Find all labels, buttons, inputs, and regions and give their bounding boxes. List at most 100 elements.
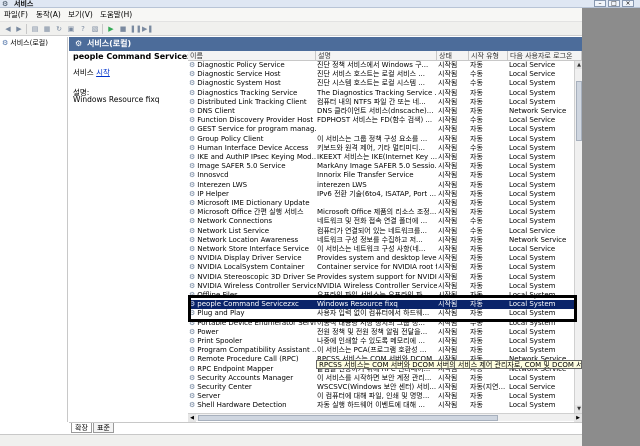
menu-bar: 파일(F) 동작(A) 보기(V) 도움말(H) xyxy=(0,8,640,22)
table-row[interactable]: ⚙ Network Connections 네트워크 및 전화 접속 연결 폴더에 … xyxy=(188,217,582,226)
start-service-link[interactable]: 시작 xyxy=(96,68,110,77)
table-row[interactable]: ⚙ Microsoft IME Dictionary Update 시작됨 자동 Loc… xyxy=(188,199,582,208)
table-row[interactable]: ⚙ Diagnostic Service Host 진단 서비스 호스트는 로컬 서… xyxy=(188,70,582,79)
service-logon-cell: Local System xyxy=(508,162,582,171)
menu-view[interactable]: 보기(V) xyxy=(68,10,93,20)
table-row[interactable]: ⚙ Network List Service 컴퓨터가 연결되어 있는 네트워크를.… xyxy=(188,227,582,236)
service-startup-type-cell: 수동 xyxy=(469,227,508,236)
table-row[interactable]: ⚙ Security Accounts Manager 이 서비스를 시작하면 보안… xyxy=(188,374,582,383)
table-row[interactable]: ⚙ Network Location Awareness 네트워크 구성 정보를 수… xyxy=(188,236,582,245)
console-tree-icon[interactable]: ▤ xyxy=(30,24,40,34)
selected-service-name: people Command Servicezxc xyxy=(73,52,202,61)
table-row[interactable]: ⚙ Function Discovery Provider Host FDPHOST… xyxy=(188,116,582,125)
horizontal-scroll-thumb[interactable] xyxy=(198,415,498,421)
table-row[interactable]: ⚙ NVIDIA Stereoscopic 3D Driver Se... Prov… xyxy=(188,273,582,282)
table-row[interactable]: ⚙ Power 전원 정책 및 전원 정책 알림 전달을... 시작됨 자동 Local … xyxy=(188,328,582,337)
service-logon-cell-text: Local System xyxy=(509,392,556,401)
services-app-icon: ⚙ xyxy=(2,0,9,8)
column-header-startup-type[interactable]: 시작 유형 xyxy=(469,51,508,61)
close-button[interactable]: × xyxy=(622,0,634,7)
service-logon-cell: Local System xyxy=(508,199,582,208)
service-status-cell: 시작됨 xyxy=(437,171,469,180)
column-header-description[interactable]: 설명 xyxy=(316,51,437,61)
service-status-cell: 시작됨 xyxy=(437,273,469,282)
service-name-cell: ⚙ Microsoft IME Dictionary Update xyxy=(188,199,316,208)
service-logon-cell-text: Local System xyxy=(509,88,556,97)
table-row[interactable]: ⚙ Human Interface Device Access 키보드와 원격 제어… xyxy=(188,144,582,153)
table-row[interactable]: ⚙ Image SAFER 5.0 Service MarkAny Image SA… xyxy=(188,162,582,171)
service-logon-cell-text: Local System xyxy=(509,153,556,161)
export-list-icon[interactable]: ▣ xyxy=(66,24,76,34)
column-header-logon-as[interactable]: 다음 사용자로 로그온 xyxy=(508,51,582,61)
scroll-left-arrow-icon[interactable]: ◀ xyxy=(188,414,196,422)
start-service-icon[interactable]: ▶ xyxy=(106,24,116,34)
service-startup-type-cell: 자동 xyxy=(469,401,508,410)
menu-file[interactable]: 파일(F) xyxy=(4,10,28,20)
service-description-cell-text: WSCSVC(Windows 보안 센터) 서비... xyxy=(317,383,437,391)
pause-service-icon[interactable]: ❚❚ xyxy=(130,24,142,34)
table-row[interactable]: ⚙ Shell Hardware Detection 자동 실행 하드웨어 이벤트에… xyxy=(188,401,582,410)
tree-node-services-local[interactable]: ⚙ 서비스(로컬) xyxy=(2,39,48,48)
minimize-button[interactable]: – xyxy=(594,0,606,7)
refresh-icon[interactable]: ↻ xyxy=(54,24,64,34)
service-startup-type-cell-text: 자동 xyxy=(470,346,483,355)
service-logon-cell: Local System xyxy=(508,190,582,199)
table-row[interactable]: ⚙ Network Store Interface Service 이 서비스는 네… xyxy=(188,245,582,254)
scroll-right-arrow-icon[interactable]: ▶ xyxy=(574,414,582,422)
service-startup-type-cell-text: 자동 xyxy=(470,134,483,143)
table-row[interactable]: ⚙ IP Helper IPv6 전환 기술(6to4, ISATAP, Port … xyxy=(188,190,582,199)
table-row[interactable]: ⚙ GEST Service for program manag... 시작됨 자동 L… xyxy=(188,125,582,134)
service-startup-type-cell: 자동 xyxy=(469,374,508,383)
service-name-cell-text: Network Store Interface Service xyxy=(197,245,309,253)
back-arrow-icon[interactable]: ◀ xyxy=(3,24,13,34)
table-row[interactable]: ⚙ NVIDIA LocalSystem Container Container s… xyxy=(188,263,582,272)
menu-help[interactable]: 도움말(H) xyxy=(100,10,132,20)
stop-service-icon[interactable]: ■ xyxy=(118,24,128,34)
column-header-status[interactable]: 상태 xyxy=(437,51,469,61)
service-status-cell: 시작됨 xyxy=(437,135,469,144)
service-startup-type-cell: 자동 xyxy=(469,153,508,162)
service-logon-cell: Local System xyxy=(508,401,582,410)
column-header-name[interactable]: 이름 xyxy=(188,51,316,61)
maximize-button[interactable]: □ xyxy=(608,0,620,7)
tab-standard[interactable]: 표준 xyxy=(93,423,114,433)
view-icon[interactable]: ▧ xyxy=(90,24,100,34)
menu-action[interactable]: 동작(A) xyxy=(36,10,61,20)
table-row[interactable]: ⚙ Distributed Link Tracking Client 컴퓨터 내의 … xyxy=(188,98,582,107)
service-description-cell-text: 진단 서비스 호스트는 로컬 서비스 ... xyxy=(317,70,425,79)
tab-extended[interactable]: 확장 xyxy=(71,423,92,433)
table-row[interactable]: ⚙ Microsoft Office 간편 실행 서비스 Microsoft Off… xyxy=(188,208,582,217)
properties-icon[interactable]: ▦ xyxy=(42,24,52,34)
forward-arrow-icon[interactable]: ▶ xyxy=(14,24,24,34)
service-name-cell: ⚙ Diagnostic System Host xyxy=(188,79,316,88)
service-name-cell: ⚙ NVIDIA Stereoscopic 3D Driver Se... xyxy=(188,273,316,282)
table-row[interactable]: ⚙ Print Spooler 나중에 인쇄할 수 있도록 메모리에 ... 시작됨 자… xyxy=(188,337,582,346)
service-name-cell-text: IP Helper xyxy=(197,189,229,198)
service-description-cell-text: 컴퓨터가 연결되어 있는 네트워크를... xyxy=(317,226,427,235)
restart-service-icon[interactable]: ▶❚ xyxy=(142,24,153,34)
horizontal-scrollbar[interactable]: ◀ ▶ xyxy=(188,413,582,422)
table-row[interactable]: ⚙ Innosvcd Innorix File Transfer Service 시작… xyxy=(188,171,582,180)
table-row[interactable]: ⚙ Security Center WSCSVC(Windows 보안 센터) 서비… xyxy=(188,383,582,392)
table-row[interactable]: ⚙ IKE and AuthIP IPsec Keying Mod... IKEEX… xyxy=(188,153,582,162)
service-description-cell-text: 키보드와 원격 제어, 기타 멀티미디... xyxy=(317,143,425,152)
table-row[interactable]: ⚙ NVIDIA Wireless Controller Service NVIDI… xyxy=(188,282,582,291)
table-row[interactable]: ⚙ Group Policy Client 이 서비스는 그룹 정책 구성 요소를 … xyxy=(188,135,582,144)
service-name-cell: ⚙ Microsoft Office 간편 실행 서비스 xyxy=(188,208,316,217)
table-row[interactable]: ⚙ Diagnostics Tracking Service The Diagnos… xyxy=(188,89,582,98)
table-row[interactable]: ⚙ Interezen LWS interezen LWS 시작됨 자동 Local Sy… xyxy=(188,181,582,190)
table-row[interactable]: ⚙ Diagnostic System Host 진단 시스템 호스트는 로컬 시스… xyxy=(188,79,582,88)
service-status-cell-text: 시작됨 xyxy=(438,217,458,226)
table-row[interactable]: ⚙ Server 이 컴퓨터에 대해 파일, 인쇄 및 명명... 시작됨 자동 Loca… xyxy=(188,392,582,401)
service-gear-icon: ⚙ xyxy=(189,61,196,69)
table-row[interactable]: ⚙ Program Compatibility Assistant ... 이 서비… xyxy=(188,346,582,355)
help-icon[interactable]: ? xyxy=(78,24,88,34)
service-logon-cell: Local System xyxy=(508,337,582,346)
table-row[interactable]: ⚙ DNS Client DNS 클라이언트 서비스(dnscache)... 시작됨… xyxy=(188,107,582,116)
table-row[interactable]: ⚙ Diagnostic Policy Service 진단 정책 서비스에서 Wi… xyxy=(188,61,582,70)
service-description-cell: 키보드와 원격 제어, 기타 멀티미디... xyxy=(316,144,437,153)
table-row[interactable]: ⚙ NVIDIA Display Driver Service Provides s… xyxy=(188,254,582,263)
service-status-cell-text: 시작됨 xyxy=(438,143,458,152)
service-status-cell: 시작됨 xyxy=(437,282,469,291)
service-status-cell: 시작됨 xyxy=(437,227,469,236)
